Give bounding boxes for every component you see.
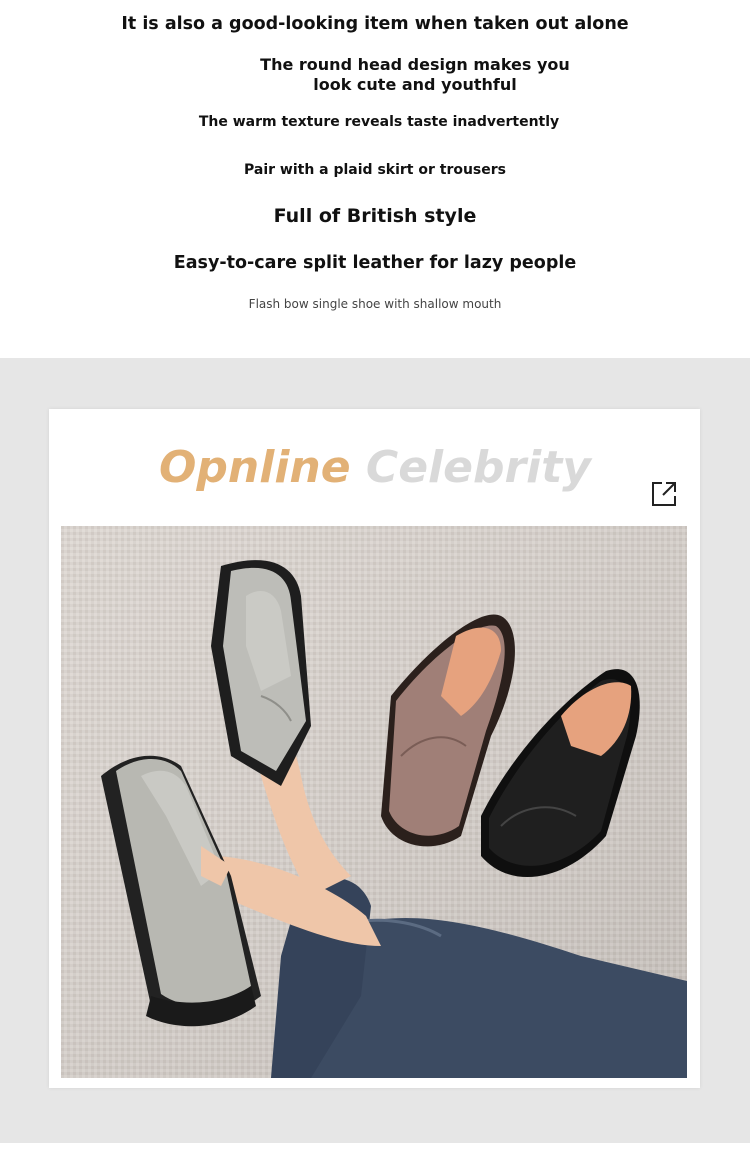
product-photo — [61, 526, 687, 1078]
intro-line-3: The warm texture reveals taste inadverte… — [198, 114, 560, 130]
intro-section: It is also a good-looking item when take… — [0, 0, 750, 358]
intro-line-7: Flash bow single shoe with shallow mouth — [248, 297, 502, 311]
intro-line-1: It is also a good-looking item when take… — [121, 14, 629, 34]
card-title-grey: Celebrity — [365, 442, 591, 493]
card-title: Opnline Celebrity — [0, 442, 750, 493]
bottom-strip — [0, 1143, 750, 1167]
card-title-accent: Opnline — [159, 442, 351, 493]
intro-line-5: Full of British style — [273, 205, 477, 227]
intro-line-6: Easy-to-care split leather for lazy peop… — [173, 253, 577, 273]
intro-line-2: The round head design makes you look cut… — [260, 55, 570, 94]
expand-icon[interactable] — [650, 480, 678, 508]
intro-line-4: Pair with a plaid skirt or trousers — [243, 162, 506, 178]
